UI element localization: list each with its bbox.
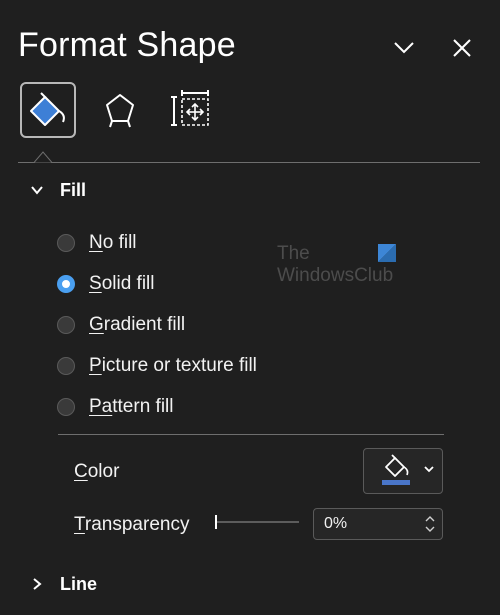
no-fill-label: No fill bbox=[89, 232, 137, 253]
gradient-fill-option[interactable]: Gradient fill bbox=[57, 312, 185, 338]
chevron-down-icon bbox=[31, 186, 43, 195]
spinner-arrows-icon[interactable] bbox=[424, 513, 436, 535]
tab-size-properties[interactable] bbox=[164, 82, 220, 138]
solid-fill-option[interactable]: Solid fill bbox=[57, 271, 155, 297]
fill-color-button[interactable] bbox=[363, 448, 443, 494]
close-pane-button[interactable] bbox=[446, 32, 478, 64]
windows-logo-icon bbox=[378, 244, 396, 262]
fill-section-header[interactable]: Fill bbox=[30, 178, 86, 202]
close-icon bbox=[453, 39, 471, 57]
color-label: Color bbox=[74, 461, 120, 482]
radio-no-fill[interactable] bbox=[57, 234, 75, 252]
radio-pattern-fill[interactable] bbox=[57, 398, 75, 416]
pane-title: Format Shape bbox=[18, 26, 236, 64]
line-section-header[interactable]: Line bbox=[30, 572, 97, 596]
size-properties-icon bbox=[171, 90, 209, 126]
pane-options-button[interactable] bbox=[388, 32, 420, 64]
transparency-label: Transparency bbox=[74, 514, 190, 535]
fill-section-title: Fill bbox=[60, 179, 86, 200]
transparency-slider[interactable] bbox=[215, 512, 299, 532]
transparency-value: 0% bbox=[324, 515, 348, 532]
tab-divider bbox=[18, 162, 480, 163]
transparency-input[interactable]: 0% bbox=[313, 508, 443, 540]
pattern-fill-label: Pattern fill bbox=[89, 396, 174, 417]
section-divider bbox=[58, 434, 444, 435]
radio-gradient-fill[interactable] bbox=[57, 316, 75, 334]
chevron-down-icon bbox=[424, 466, 434, 473]
tab-fill-line[interactable] bbox=[20, 82, 76, 138]
chevron-right-icon bbox=[33, 578, 42, 590]
paint-bucket-icon bbox=[382, 454, 434, 485]
tab-effects[interactable] bbox=[92, 82, 148, 138]
gradient-fill-label: Gradient fill bbox=[89, 314, 186, 335]
pattern-fill-option[interactable]: Pattern fill bbox=[57, 394, 174, 420]
format-shape-pane: Format Shape Fill No fill Solid fill Gra… bbox=[0, 0, 500, 615]
picture-texture-fill-label: Picture or texture fill bbox=[89, 355, 257, 376]
solid-fill-label: Solid fill bbox=[89, 273, 155, 294]
picture-texture-fill-option[interactable]: Picture or texture fill bbox=[57, 353, 257, 379]
pentagon-icon bbox=[106, 94, 134, 128]
chevron-down-icon bbox=[394, 42, 414, 54]
no-fill-option[interactable]: No fill bbox=[57, 230, 137, 256]
line-section-title: Line bbox=[60, 573, 98, 594]
radio-picture-texture-fill[interactable] bbox=[57, 357, 75, 375]
slider-thumb[interactable] bbox=[215, 515, 217, 529]
paint-bucket-icon bbox=[30, 92, 65, 126]
radio-solid-fill[interactable] bbox=[57, 275, 75, 293]
active-tab-pointer bbox=[34, 151, 52, 163]
color-swatch bbox=[382, 480, 410, 485]
